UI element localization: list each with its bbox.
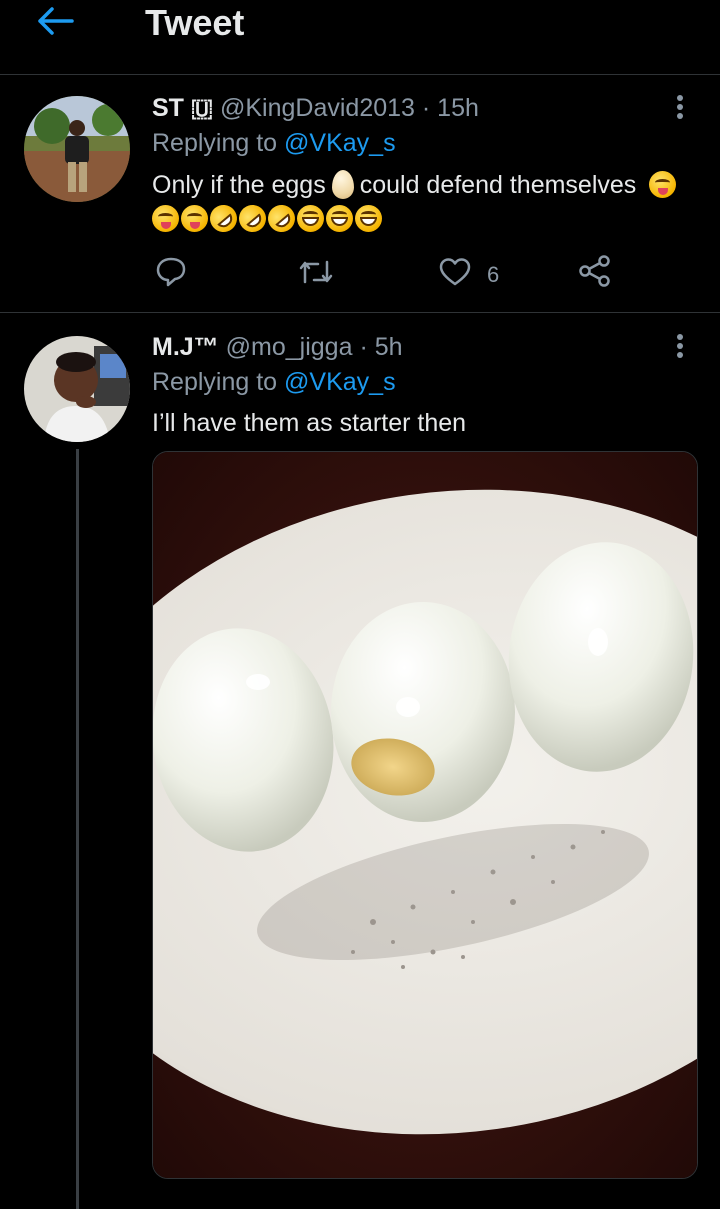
tweet-text: I’ll have them as starter then	[152, 409, 467, 437]
display-name[interactable]: M.J™	[152, 333, 219, 361]
handle[interactable]: @KingDavid2013	[220, 94, 415, 122]
arrow-left-icon	[38, 7, 74, 35]
tweet-photo[interactable]	[152, 451, 698, 1179]
like-button[interactable]	[438, 256, 472, 293]
reply-tweet[interactable]: ST 🇺 @KingDavid2013 · 15h Replying to @V…	[0, 74, 720, 313]
tweet-text-part: could defend themselves	[359, 171, 637, 199]
top-bar: Tweet	[0, 0, 720, 75]
back-button[interactable]	[36, 6, 76, 36]
retweet-button[interactable]	[298, 256, 334, 293]
mention-link[interactable]: @VKay_s	[284, 368, 396, 396]
squinting-tongue-emoji-icon	[649, 171, 677, 198]
replying-to: Replying to @VKay_s	[152, 368, 396, 397]
rofl-emoji-icon	[233, 199, 272, 238]
timestamp: · 5h	[359, 333, 403, 361]
author-line: M.J™ @mo_jigga · 5h	[152, 333, 403, 362]
rofl-emoji-icon	[262, 199, 301, 238]
egg-emoji-icon	[331, 170, 354, 199]
author-line: ST 🇺 @KingDavid2013 · 15h	[152, 94, 479, 123]
more-options-button[interactable]	[670, 331, 690, 361]
tweet-text-part: Only if the eggs	[152, 171, 326, 199]
replying-to: Replying to @VKay_s	[152, 129, 396, 158]
emoji-row	[152, 199, 384, 238]
rofl-emoji-icon	[204, 199, 243, 238]
thread-connector	[76, 449, 79, 1209]
reply-button[interactable]	[154, 254, 188, 293]
squinting-tongue-emoji-icon	[181, 205, 208, 232]
replying-prefix: Replying to	[152, 129, 278, 157]
avatar[interactable]	[24, 336, 130, 442]
grinning-emoji-icon	[326, 205, 353, 232]
like-count: 6	[487, 262, 500, 287]
grinning-emoji-icon	[355, 205, 382, 232]
share-button[interactable]	[578, 254, 612, 293]
reply-tweet[interactable]: M.J™ @mo_jigga · 5h Replying to @VKay_s …	[0, 313, 720, 1209]
replying-prefix: Replying to	[152, 368, 278, 396]
page-title: Tweet	[145, 2, 245, 43]
tweet-text: Only if the eggs could defend themselves	[152, 168, 678, 202]
handle[interactable]: @mo_jigga	[226, 333, 353, 361]
avatar[interactable]	[24, 96, 130, 202]
comment-icon	[156, 257, 186, 287]
grinning-emoji-icon	[297, 205, 324, 232]
squinting-tongue-emoji-icon	[152, 205, 179, 232]
share-icon	[579, 255, 610, 287]
display-name[interactable]: ST 🇺	[152, 94, 213, 122]
more-options-button[interactable]	[670, 92, 690, 122]
mention-link[interactable]: @VKay_s	[284, 129, 396, 157]
timestamp: · 15h	[421, 94, 479, 122]
heart-icon	[439, 258, 471, 286]
retweet-icon	[299, 260, 333, 284]
